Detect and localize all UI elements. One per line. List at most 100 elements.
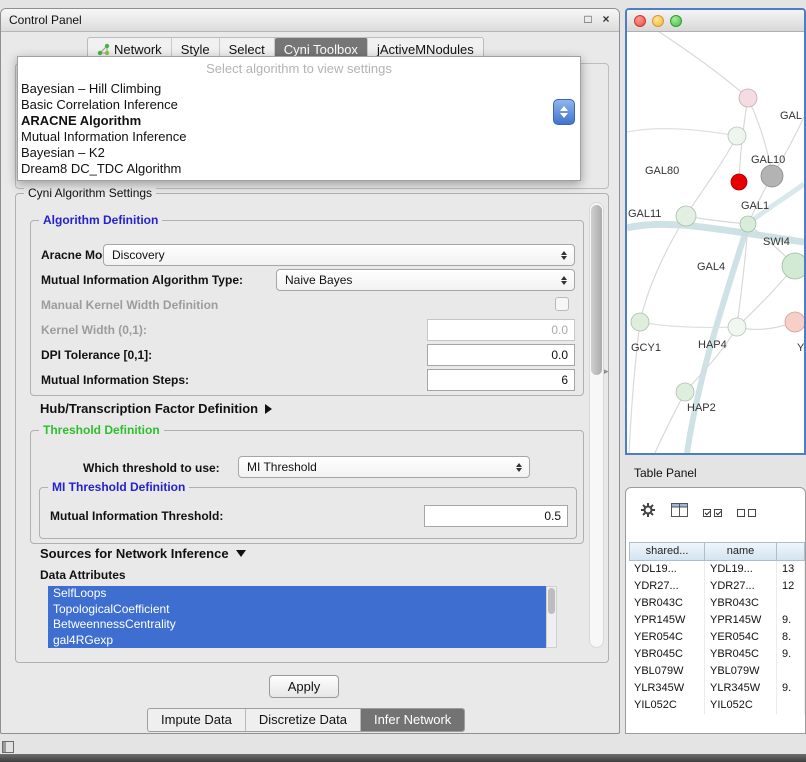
which-threshold-label: Which threshold to use: (83, 461, 220, 475)
which-threshold-select[interactable]: MI Threshold (238, 456, 530, 478)
attribute-item-betweennesscentrality[interactable]: BetweennessCentrality (48, 617, 546, 633)
network-edge[interactable] (686, 136, 737, 216)
network-node[interactable] (631, 313, 649, 331)
attribute-list[interactable]: SelfLoopsTopologicalCoefficientBetweenne… (48, 586, 546, 648)
settings-scrollbar[interactable] (589, 202, 604, 648)
tab-discretize-data[interactable]: Discretize Data (246, 709, 361, 731)
table-row[interactable]: YPR145WYPR145W9. (629, 612, 805, 629)
table-row[interactable]: YBL079WYBL079W (629, 663, 805, 680)
network-edge[interactable] (655, 392, 685, 453)
algorithm-list: Bayesian – Hill ClimbingBasic Correlatio… (18, 81, 580, 177)
close-traffic-light-icon[interactable] (634, 15, 646, 27)
table-cell: YBR043C (629, 595, 705, 612)
float-window-icon[interactable]: □ (581, 12, 595, 26)
attribute-item-gal4rgexp[interactable]: gal4RGexp (48, 633, 546, 649)
table-row[interactable]: YER054CYER054C8. (629, 629, 805, 646)
node-label-hap2: HAP2 (687, 402, 716, 414)
minimized-panel-icon[interactable] (2, 741, 14, 753)
expanded-arrow-icon (236, 550, 246, 557)
column-header-name[interactable]: name (705, 542, 777, 561)
table-cell: YLR345W (705, 680, 777, 697)
table-row[interactable]: YDL19...YDL19...13 (629, 561, 805, 578)
hub-section-label: Hub/Transcription Factor Definition (40, 401, 258, 416)
network-node[interactable] (676, 206, 696, 226)
gear-icon[interactable] (640, 502, 656, 523)
network-graph[interactable]: GAL80GAL10GAL11GAL1SWI4GAL4GCY1HAP4HAP2G… (627, 32, 804, 453)
attribute-item-selfloops[interactable]: SelfLoops (48, 586, 546, 602)
algorithm-option-bayesian-hill-climbing[interactable]: Bayesian – Hill Climbing (18, 81, 580, 97)
settings-group-title: Cyni Algorithm Settings (24, 186, 156, 200)
network-node[interactable] (782, 253, 804, 279)
algorithm-option-aracne-algorithm[interactable]: ARACNE Algorithm (18, 113, 580, 129)
algorithm-dropdown-popup: Select algorithm to view settings Bayesi… (17, 56, 581, 181)
network-edge[interactable] (627, 129, 737, 136)
zoom-traffic-light-icon[interactable] (670, 15, 682, 27)
sources-section-toggle[interactable]: Sources for Network Inference (40, 546, 246, 561)
algorithm-option-dream8-dc-tdc-algorithm[interactable]: Dream8 DC_TDC Algorithm (18, 161, 580, 177)
mi-steps-field[interactable]: 6 (427, 369, 575, 391)
network-window-titlebar[interactable] (627, 10, 804, 32)
attribute-list-scrollbar-thumb[interactable] (548, 588, 555, 614)
network-node[interactable] (739, 89, 757, 107)
table-cell: YIL052C (629, 697, 705, 714)
bottom-bar (0, 754, 806, 762)
table-cell: YBR045C (705, 646, 777, 663)
network-edge[interactable] (640, 216, 686, 322)
table-row[interactable]: YBR045CYBR045C9. (629, 646, 805, 663)
node-label-gal1: GAL1 (741, 200, 769, 212)
algorithm-combobox-arrows-icon[interactable] (553, 99, 575, 125)
network-node[interactable] (785, 312, 804, 332)
minimize-traffic-light-icon[interactable] (652, 15, 664, 27)
hide-columns-icon[interactable] (737, 509, 756, 517)
table-cell: YPR145W (629, 612, 705, 629)
algorithm-option-bayesian-k2[interactable]: Bayesian – K2 (18, 145, 580, 161)
close-window-icon[interactable]: × (599, 12, 613, 26)
mi-algo-type-select[interactable]: Naive Bayes (276, 269, 575, 291)
tab-impute-data[interactable]: Impute Data (148, 709, 246, 731)
column-header-extra[interactable] (777, 542, 805, 561)
kernel-width-field[interactable]: 0.0 (427, 319, 575, 341)
network-node[interactable] (728, 127, 746, 145)
attribute-list-scrollbar[interactable] (546, 586, 557, 648)
apply-button[interactable]: Apply (269, 675, 339, 698)
network-node[interactable] (761, 165, 783, 187)
aracne-mode-select[interactable]: Discovery (103, 244, 575, 266)
node-label-gal4: GAL4 (697, 261, 725, 273)
manual-kernel-checkbox[interactable] (555, 297, 569, 311)
algorithm-option-basic-correlation-inference[interactable]: Basic Correlation Inference (18, 97, 580, 113)
mi-steps-value: 6 (561, 373, 568, 387)
table-cell: 8. (777, 629, 805, 646)
mi-algo-type-label: Mutual Information Algorithm Type: (41, 273, 243, 287)
control-panel-titlebar[interactable]: Control Panel □ × (1, 9, 619, 32)
node-label-y: Y (797, 342, 804, 354)
network-edge[interactable] (640, 322, 737, 327)
bottom-tabbar: Impute DataDiscretize DataInfer Network (147, 708, 465, 732)
mi-threshold-value: 0.5 (544, 509, 561, 523)
algorithm-option-mutual-information-inference[interactable]: Mutual Information Inference (18, 129, 580, 145)
dpi-tolerance-label: DPI Tolerance [0,1]: (41, 348, 152, 362)
table-cell: YPR145W (705, 612, 777, 629)
algorithm-dropdown-placeholder: Select algorithm to view settings (18, 57, 580, 81)
columns-icon[interactable] (671, 503, 688, 522)
hub-section-toggle[interactable]: Hub/Transcription Factor Definition (40, 401, 272, 416)
table-row[interactable]: YBR043CYBR043C (629, 595, 805, 612)
network-node[interactable] (728, 318, 746, 336)
tab-label: Select (229, 42, 265, 57)
network-edge[interactable] (652, 32, 748, 98)
node-label-gal10: GAL10 (751, 154, 785, 166)
attribute-item-topologicalcoefficient[interactable]: TopologicalCoefficient (48, 602, 546, 618)
combo-arrows-icon (512, 463, 526, 472)
network-node[interactable] (731, 174, 747, 190)
dpi-tolerance-field[interactable]: 0.0 (427, 344, 575, 366)
splitter-handle[interactable]: ▸ (604, 366, 609, 377)
table-row[interactable]: YLR345WYLR345W9. (629, 680, 805, 697)
mi-threshold-field[interactable]: 0.5 (424, 505, 568, 527)
settings-scrollbar-thumb[interactable] (591, 205, 602, 375)
table-row[interactable]: YIL052CYIL052C (629, 697, 805, 714)
table-row[interactable]: YDR27...YDR27...12 (629, 578, 805, 595)
tab-infer-network[interactable]: Infer Network (361, 709, 464, 731)
show-columns-icon[interactable] (703, 509, 722, 517)
network-node[interactable] (676, 383, 694, 401)
column-header-shared-name[interactable]: shared... (629, 542, 705, 561)
network-node[interactable] (740, 216, 756, 232)
